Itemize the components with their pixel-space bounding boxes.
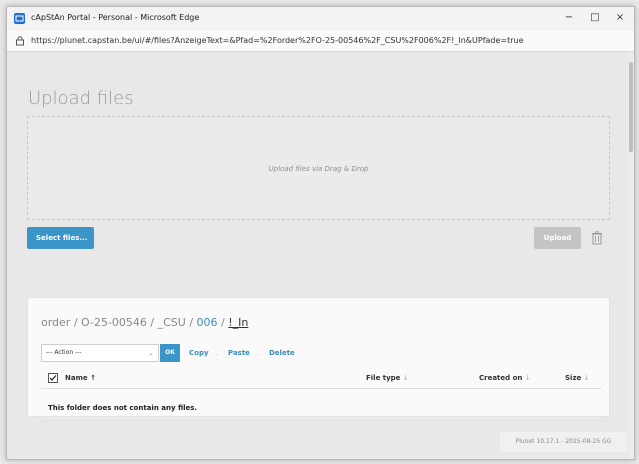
sort-up-icon: ↑	[90, 374, 96, 382]
upload-title: Upload files	[28, 88, 134, 109]
breadcrumb-current[interactable]: !_In	[228, 316, 248, 329]
column-file-type-label: File type	[366, 374, 401, 382]
version-footer: Plunet 10.17.1 - 2025-08-25 GG	[500, 432, 627, 452]
column-created-on[interactable]: Created on ↓	[479, 374, 531, 382]
checkmark-icon	[49, 375, 57, 381]
window-title: cApStAn Portal - Personal - Microsoft Ed…	[31, 13, 200, 22]
close-button[interactable]: ×	[610, 10, 630, 26]
drop-zone[interactable]: Upload files via Drag & Drop	[27, 116, 610, 220]
sort-down-icon: ↓	[583, 374, 590, 382]
table-header: Name ↑ File type ↓ Created on ↓ Size ↓	[41, 368, 601, 389]
select-all-checkbox[interactable]	[48, 373, 58, 383]
column-size-label: Size	[565, 374, 582, 382]
action-select[interactable]: --- Action --- ⌄	[41, 344, 159, 362]
empty-folder-message: This folder does not contain any files.	[48, 404, 198, 412]
address-bar[interactable]: https://plunet.capstan.be/ui/#/files?Anz…	[7, 31, 634, 52]
breadcrumb-link-006[interactable]: 006	[197, 316, 218, 329]
action-separator: .	[257, 349, 260, 357]
breadcrumb: order / O-25-00546 / _CSU / 006 / !_In	[41, 316, 248, 329]
url-text[interactable]: https://plunet.capstan.be/ui/#/files?Anz…	[31, 36, 524, 45]
maximize-button[interactable]: □	[585, 10, 605, 26]
column-name-label: Name	[65, 374, 88, 382]
copy-link[interactable]: Copy	[189, 349, 209, 357]
sort-down-icon: ↓	[402, 374, 409, 382]
breadcrumb-separator: /	[217, 316, 229, 329]
minimize-button[interactable]: −	[559, 10, 579, 26]
ok-button[interactable]: OK	[160, 344, 180, 362]
breadcrumb-path[interactable]: order / O-25-00546 / _CSU /	[41, 316, 197, 329]
column-created-on-label: Created on	[479, 374, 523, 382]
page-info-icon[interactable]	[15, 36, 25, 46]
scrollbar[interactable]	[628, 52, 634, 459]
action-select-value: --- Action ---	[46, 349, 82, 356]
folder-panel: order / O-25-00546 / _CSU / 006 / !_In -…	[27, 297, 610, 421]
action-separator: .	[216, 349, 219, 357]
column-name[interactable]: Name ↑	[65, 374, 96, 382]
sort-down-icon: ↓	[524, 374, 531, 382]
chevron-down-icon: ⌄	[148, 349, 154, 357]
title-bar: cApStAn Portal - Personal - Microsoft Ed…	[7, 7, 634, 31]
column-file-type[interactable]: File type ↓	[366, 374, 409, 382]
drop-zone-text: Upload files via Drag & Drop	[268, 165, 369, 173]
trash-icon[interactable]	[591, 231, 603, 245]
app-icon	[14, 13, 25, 24]
column-size[interactable]: Size ↓	[565, 374, 590, 382]
upload-button[interactable]: Upload	[534, 227, 581, 249]
paste-link[interactable]: Paste	[228, 349, 250, 357]
select-files-button[interactable]: Select files...	[27, 227, 94, 249]
scrollbar-thumb[interactable]	[629, 62, 633, 152]
delete-link[interactable]: Delete	[269, 349, 295, 357]
table-divider	[41, 420, 601, 421]
